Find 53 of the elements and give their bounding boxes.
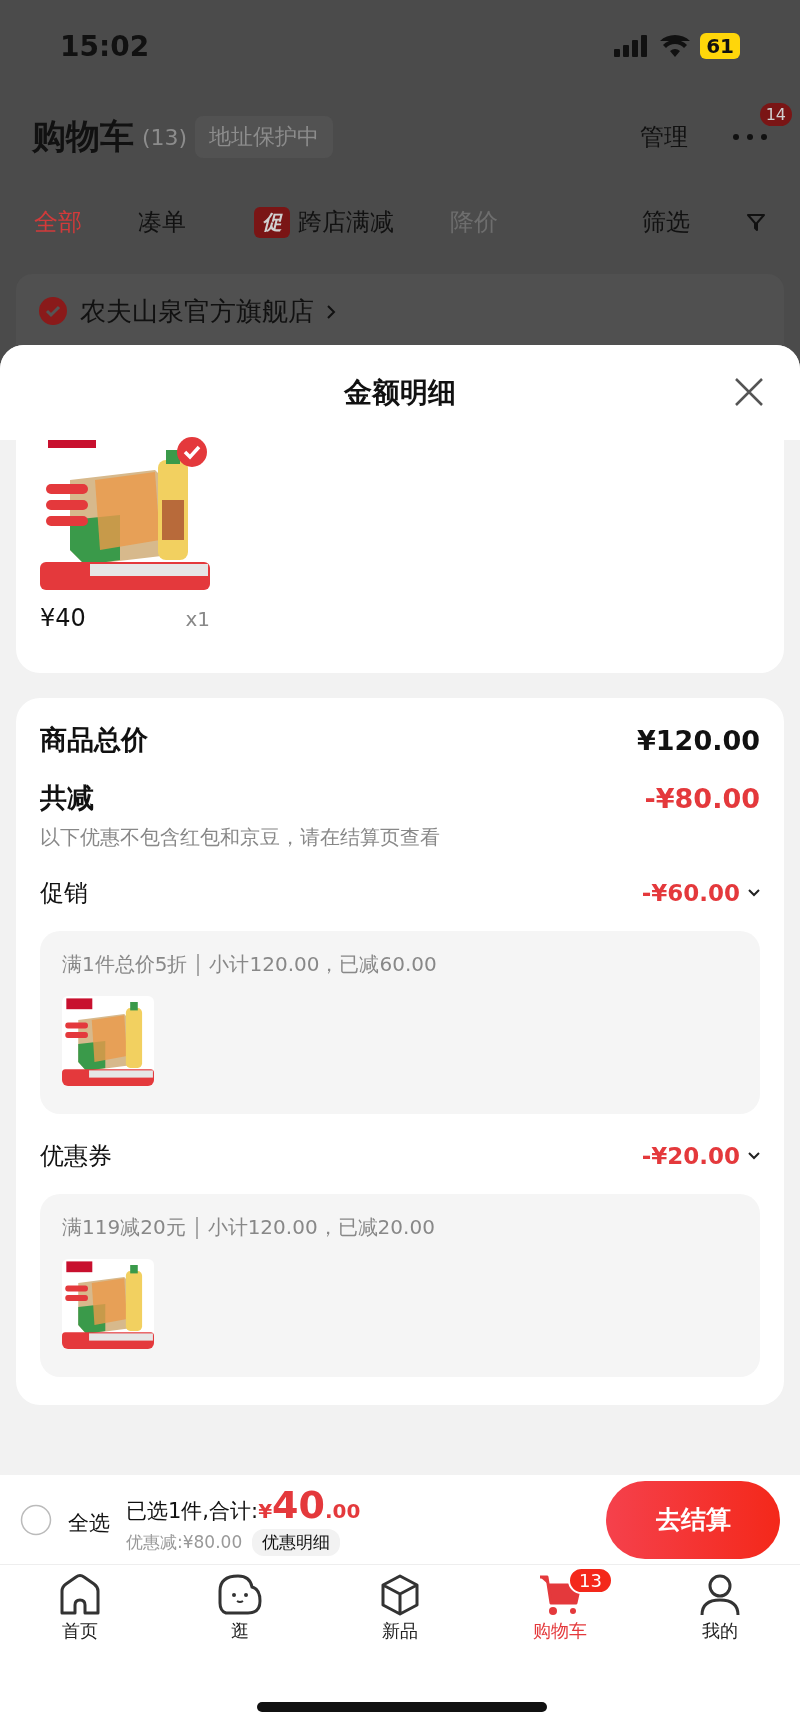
manage-button[interactable]: 管理: [640, 121, 688, 153]
check-icon[interactable]: [176, 436, 208, 468]
checkout-button[interactable]: 去结算: [606, 1480, 780, 1559]
sheet-title: 金额明细: [344, 374, 456, 411]
promo-tag: 促: [254, 206, 290, 238]
home-icon: [58, 1573, 102, 1617]
tab-bar-item[interactable]: 我的: [640, 1573, 800, 1669]
check-icon[interactable]: [38, 296, 68, 326]
status-time: 15:02: [60, 29, 150, 63]
cart-icon: [538, 1573, 582, 1617]
discount-subtotal: 小计120.00，已减20.00: [207, 1214, 435, 1241]
discount-detail-button[interactable]: 优惠明细: [252, 1529, 341, 1556]
select-all-label[interactable]: 全选: [68, 1508, 110, 1537]
tab-bar-item[interactable]: 逛: [160, 1573, 320, 1669]
wifi-icon: [660, 35, 691, 57]
store-name[interactable]: 农夫山泉官方旗舰店: [80, 296, 314, 328]
item-price: ¥40: [40, 604, 86, 632]
filter-tab[interactable]: 跨店满减: [298, 206, 394, 238]
page-title: 购物车: [32, 115, 134, 158]
item-quantity: x1: [185, 607, 210, 631]
discount-amount: 优惠减:¥80.00: [126, 1531, 243, 1554]
discount-rule: 满119减20元: [62, 1214, 186, 1241]
filter-button[interactable]: 筛选: [642, 206, 690, 238]
section-amount[interactable]: -¥60.00: [641, 880, 740, 906]
reduction-value: -¥80.00: [644, 782, 760, 814]
total-amount: ¥40.00: [258, 1483, 361, 1527]
total-label: 商品总价: [40, 723, 148, 757]
select-all-checkbox[interactable]: [20, 1503, 52, 1536]
reduction-note: 以下优惠不包含红包和京豆，请在结算页查看: [40, 824, 441, 851]
battery-level: 61: [700, 33, 740, 59]
section-amount[interactable]: -¥20.00: [641, 1143, 740, 1169]
total-value: ¥120.00: [637, 724, 760, 756]
person-icon: [698, 1573, 742, 1617]
reduction-label: 共减: [40, 781, 94, 815]
chevron-icon[interactable]: [748, 1152, 760, 1160]
discount-rule: 满1件总价5折: [62, 951, 188, 978]
tab-bar-item[interactable]: 新品: [320, 1573, 480, 1669]
close-icon[interactable]: [734, 377, 764, 407]
cart-count-badge: 13: [568, 1567, 613, 1594]
notification-badge: 14: [759, 103, 792, 126]
discount-subtotal: 小计120.00，已减60.00: [209, 951, 437, 978]
more-icon[interactable]: [732, 133, 768, 141]
face-icon: [218, 1573, 262, 1617]
funnel-icon[interactable]: [746, 212, 766, 232]
section-label: 优惠券: [40, 1141, 113, 1172]
selection-summary: 已选1件,合计:: [126, 1498, 259, 1525]
chevron-right-icon: [326, 304, 336, 320]
filter-tab[interactable]: 凑单: [138, 206, 186, 238]
item-count: (13): [142, 124, 188, 150]
section-label: 促销: [40, 878, 89, 909]
chevron-icon[interactable]: [748, 889, 760, 897]
address-protection-button[interactable]: 地址保护中: [195, 116, 334, 158]
tab-bar-item[interactable]: 首页: [0, 1573, 160, 1669]
